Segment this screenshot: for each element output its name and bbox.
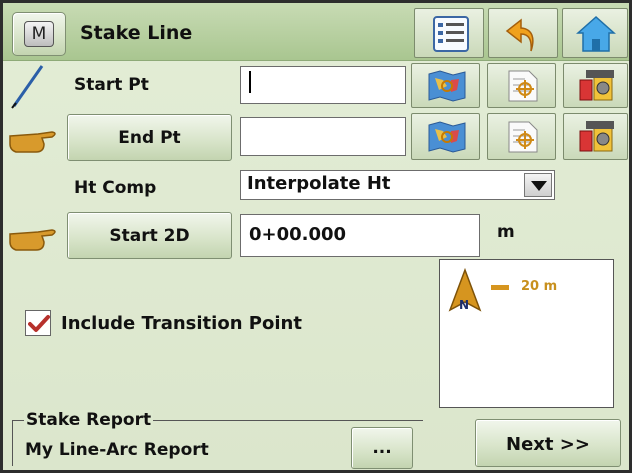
transition-label: Include Transition Point [61,313,302,334]
scale-bar [491,285,509,290]
point-list-icon [508,121,538,153]
map-preview[interactable]: N 20 m [439,259,614,408]
list-button[interactable] [414,8,484,58]
start-instrument-button[interactable] [563,63,628,108]
pencil-line-icon [11,65,44,109]
start-map-button[interactable] [411,63,480,108]
start-2d-value: 0+00.000 [249,224,347,245]
stake-report-name: My Line-Arc Report [25,440,209,460]
next-label: Next >> [506,434,590,455]
point-list-icon [508,70,538,102]
menu-glyph: M [31,24,47,44]
end-pt-button[interactable]: End Pt [67,114,232,161]
stake-report-title: Stake Report [24,410,154,430]
page-title: Stake Line [80,22,193,44]
scale-label: 20 m [521,279,558,294]
list-icon [433,16,469,52]
dropdown-arrow-button[interactable] [524,173,552,197]
undo-button[interactable] [488,8,558,58]
check-icon [28,315,50,332]
home-icon [576,15,616,52]
map-pick-icon [428,70,466,102]
undo-arrow-icon [505,18,534,52]
ht-comp-label: Ht Comp [74,178,157,198]
map-pick-icon [428,121,466,153]
next-button[interactable]: Next >> [475,419,621,467]
home-button[interactable] [562,8,628,58]
end-list-button[interactable] [487,113,556,160]
pointing-hand-icon [9,131,56,153]
report-browse-label: ... [372,438,392,458]
ht-comp-value: Interpolate Ht [247,173,391,194]
pointing-hand-icon [9,229,56,251]
text-cursor [249,71,251,93]
ht-comp-select[interactable]: Interpolate Ht [240,170,555,200]
start-list-button[interactable] [487,63,556,108]
total-station-icon [579,70,614,101]
report-browse-button[interactable]: ... [351,427,413,469]
end-pt-input[interactable] [240,117,406,156]
start-2d-label: Start 2D [109,226,190,246]
start-2d-unit: m [497,222,515,242]
transition-checkbox[interactable] [25,310,51,336]
end-instrument-button[interactable] [563,113,628,160]
start-pt-input[interactable] [240,66,406,104]
menu-badge: M [24,21,54,47]
start-2d-input[interactable]: 0+00.000 [240,214,480,257]
end-pt-label: End Pt [118,128,181,148]
end-map-button[interactable] [411,113,480,160]
start-2d-button[interactable]: Start 2D [67,212,232,259]
total-station-icon [579,121,614,152]
north-label: N [459,298,470,312]
start-pt-label: Start Pt [74,75,149,95]
chevron-down-icon [531,181,547,191]
menu-button[interactable]: M [12,12,66,56]
